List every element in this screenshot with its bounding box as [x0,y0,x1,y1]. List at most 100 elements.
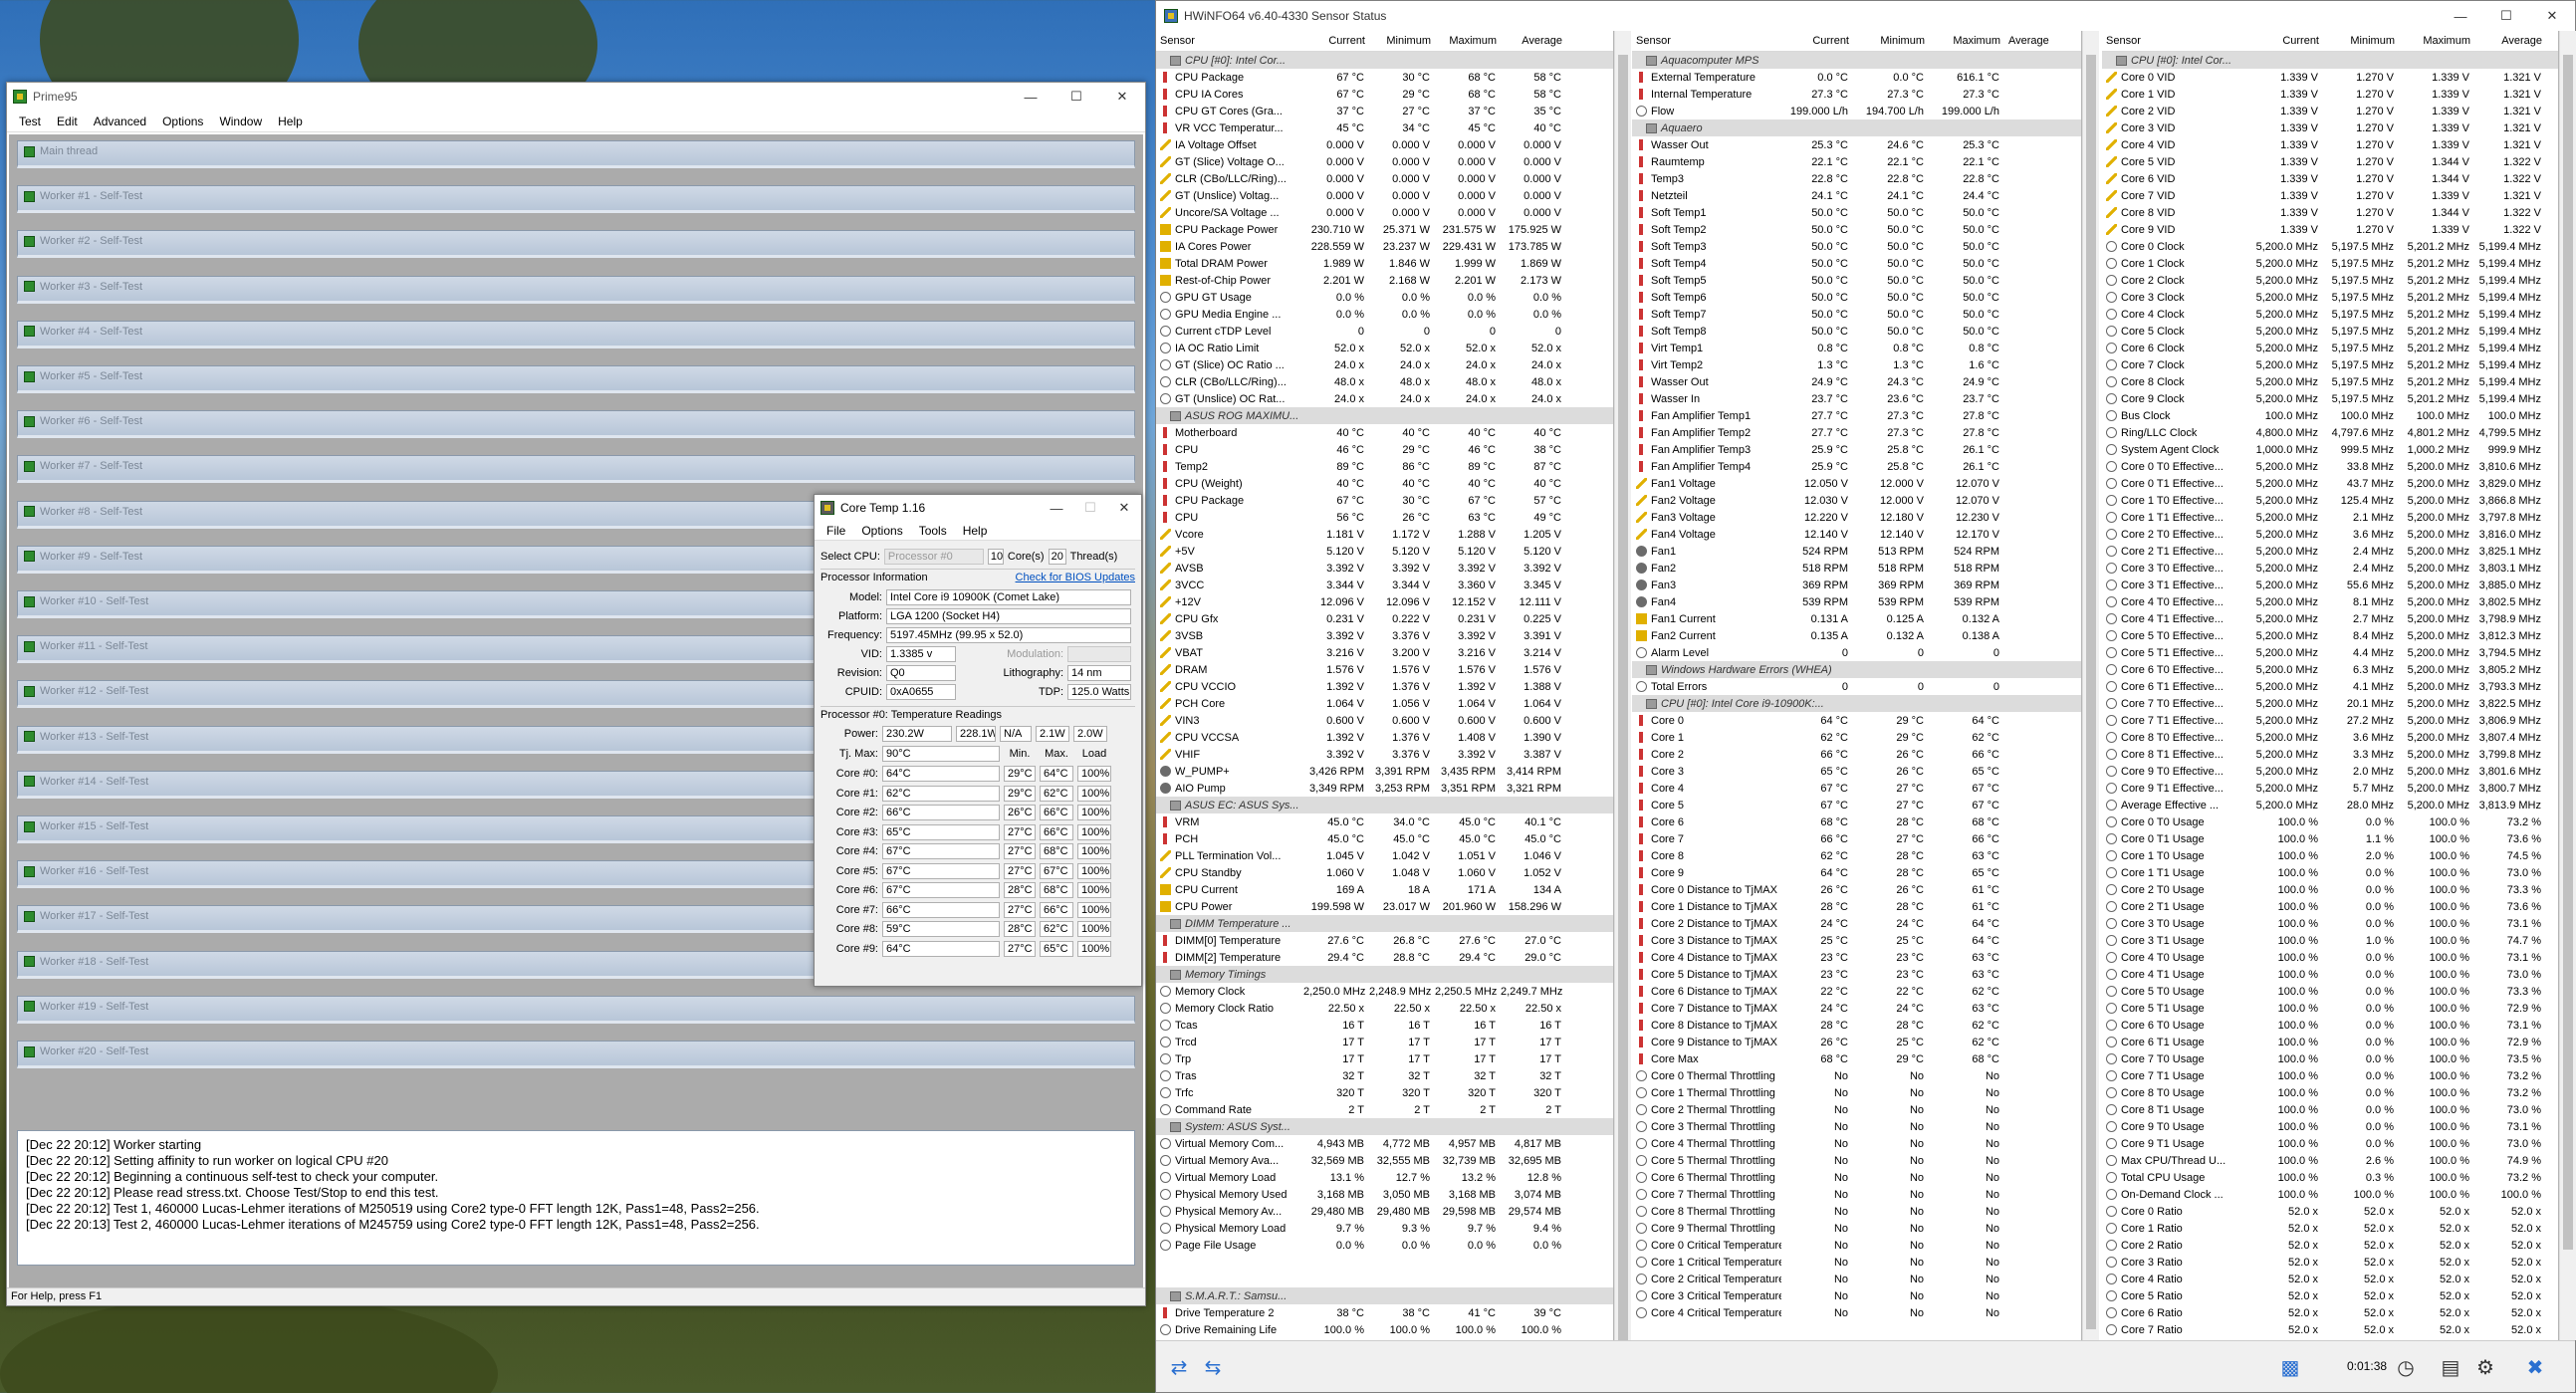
column-header-average[interactable]: Average [2474,35,2546,47]
nav-right-icon[interactable]: ⇆ [1198,1353,1228,1381]
sensor-row[interactable]: Core 2 Ratio 52.0 x 52.0 x 52.0 x 52.0 x [2102,1237,2558,1254]
sensor-row[interactable]: Total DRAM Power 1.989 W 1.846 W 1.999 W 1.8… [1156,255,1613,272]
cpu-select[interactable]: Processor #0 [883,549,984,565]
sensor-row[interactable]: Fan3 369 RPM 369 RPM 369 RPM [1632,577,2081,593]
sensor-row[interactable]: Physical Memory Av... 29,480 MB 29,480 MB 2… [1156,1203,1613,1220]
sensor-row[interactable]: Fan3 Voltage 12.220 V 12.180 V 12.230 V [1632,509,2081,526]
sensor-row[interactable]: Core 2 VID 1.339 V 1.270 V 1.339 V 1.321 V [2102,103,2558,119]
worker-window[interactable]: Worker #19 - Self-Test [17,995,1135,1024]
sensor-row[interactable]: Fan1 Voltage 12.050 V 12.000 V 12.070 V [1632,475,2081,492]
column-header-average[interactable]: Average [2004,35,2049,47]
sensor-row[interactable]: Core 0 Ratio 52.0 x 52.0 x 52.0 x 52.0 x [2102,1203,2558,1220]
sensor-row[interactable]: Core 2 T1 Effective... 5,200.0 MHz 2.4 MHz… [2102,543,2558,560]
sensor-row[interactable]: CPU 56 °C 26 °C 63 °C 49 °C [1156,509,1613,526]
sensor-row[interactable]: DIMM[2] Temperature 29.4 °C 28.8 °C 29.4 °C… [1156,949,1613,966]
sensor-row[interactable]: Total Errors 0 0 0 [1632,678,2081,695]
sensor-row[interactable]: Core 1 Distance to TjMAX 28 °C 28 °C 61 °C [1632,898,2081,915]
sensor-row[interactable]: On-Demand Clock ... 100.0 % 100.0 % 100.0 %… [2102,1186,2558,1203]
sensor-row[interactable]: Core 1 62 °C 29 °C 62 °C [1632,729,2081,746]
sensor-row[interactable]: Core 3 T0 Effective... 5,200.0 MHz 2.4 MHz… [2102,560,2558,577]
sensor-row[interactable]: Core 8 T1 Effective... 5,200.0 MHz 3.3 MHz… [2102,746,2558,763]
sensor-pane-1[interactable]: Sensor Current Minimum Maximum Average CPU [#… [1156,31,1614,1340]
minimize-button[interactable]: — [1008,83,1054,111]
column-header-maximum[interactable]: Maximum [1929,35,2004,47]
sensor-row[interactable]: GPU Media Engine ... 0.0 % 0.0 % 0.0 % 0.0 % [1156,306,1613,323]
sensor-row[interactable]: Raumtemp 22.1 °C 22.1 °C 22.1 °C [1632,153,2081,170]
sensor-row[interactable]: Core 5 Clock 5,200.0 MHz 5,197.5 MHz 5,201.… [2102,323,2558,340]
sensor-group-header[interactable]: CPU [#0]: Intel Cor... [2102,52,2558,69]
menu-edit[interactable]: Edit [49,115,86,128]
sensor-row[interactable]: W_PUMP+ 3,426 RPM 3,391 RPM 3,435 RPM 3,414 … [1156,763,1613,780]
sensor-row[interactable]: Core 8 Thermal Throttling No No No [1632,1203,2081,1220]
sensor-row[interactable]: Soft Temp3 50.0 °C 50.0 °C 50.0 °C [1632,238,2081,255]
sensor-row[interactable]: Core 5 Distance to TjMAX 23 °C 23 °C 63 °C [1632,966,2081,983]
sensor-row[interactable]: Fan Amplifier Temp1 27.7 °C 27.3 °C 27.8 °C [1632,407,2081,424]
column-header-current[interactable]: Current [2251,35,2323,47]
sensor-row[interactable]: Core 8 Distance to TjMAX 28 °C 28 °C 62 °C [1632,1017,2081,1034]
sensor-group-header[interactable]: Aquacomputer MPS [1632,52,2081,69]
sensor-row[interactable]: Max CPU/Thread U... 100.0 % 2.6 % 100.0 % 74… [2102,1152,2558,1169]
sensor-row[interactable]: Core 8 Clock 5,200.0 MHz 5,197.5 MHz 5,201.… [2102,373,2558,390]
sensor-row[interactable]: Core 2 Clock 5,200.0 MHz 5,197.5 MHz 5,201.… [2102,272,2558,289]
sensor-row[interactable]: Core 3 Distance to TjMAX 25 °C 25 °C 64 °C [1632,932,2081,949]
sensor-row[interactable]: Core 4 Distance to TjMAX 23 °C 23 °C 63 °C [1632,949,2081,966]
sensor-row[interactable]: Core 6 Thermal Throttling No No No [1632,1169,2081,1186]
sensor-row[interactable]: Core 7 T1 Effective... 5,200.0 MHz 27.2 MH… [2102,712,2558,729]
sensor-row[interactable]: Alarm Level 0 0 0 [1632,644,2081,661]
sensor-group-header[interactable]: Memory Timings [1156,966,1613,983]
sensor-row[interactable]: Virt Temp2 1.3 °C 1.3 °C 1.6 °C [1632,356,2081,373]
sensor-row[interactable]: Page File Usage 0.0 % 0.0 % 0.0 % 0.0 % [1156,1237,1613,1254]
sensor-row[interactable]: Core 7 Distance to TjMAX 24 °C 24 °C 63 °C [1632,1000,2081,1017]
sensor-row[interactable]: IA OC Ratio Limit 52.0 x 52.0 x 52.0 x 52.0 … [1156,340,1613,356]
menu-file[interactable]: File [819,524,853,538]
sensor-row[interactable]: Core 4 Ratio 52.0 x 52.0 x 52.0 x 52.0 x [2102,1271,2558,1287]
sensor-row[interactable]: Core 5 Thermal Throttling No No No [1632,1152,2081,1169]
sensor-row[interactable]: Trfc 320 T 320 T 320 T 320 T [1156,1084,1613,1101]
sensor-row[interactable]: CLR (CBo/LLC/Ring)... 0.000 V 0.000 V 0.000… [1156,170,1613,187]
sensor-row[interactable]: PLL Termination Vol... 1.045 V 1.042 V 1.05… [1156,847,1613,864]
settings-icon[interactable]: ⚙ [2470,1353,2500,1381]
sensor-row[interactable]: Core 6 Clock 5,200.0 MHz 5,197.5 MHz 5,201.… [2102,340,2558,356]
sensor-row[interactable]: Core 4 T0 Usage 100.0 % 0.0 % 100.0 % 73.1 % [2102,949,2558,966]
worker-window[interactable]: Worker #6 - Self-Test [17,410,1135,439]
sensor-row[interactable]: Soft Temp6 50.0 °C 50.0 °C 50.0 °C [1632,289,2081,306]
sensor-row[interactable]: Core 2 Critical Temperature No No No [1632,1271,2081,1287]
sensor-row[interactable]: Core 3 T0 Usage 100.0 % 0.0 % 100.0 % 73.1 % [2102,915,2558,932]
sensor-row[interactable]: Core 0 T1 Effective... 5,200.0 MHz 43.7 MH… [2102,475,2558,492]
sensor-row[interactable]: GT (Unslice) OC Rat... 24.0 x 24.0 x 24.0 x… [1156,390,1613,407]
sensor-row[interactable]: Core 3 T1 Effective... 5,200.0 MHz 55.6 MH… [2102,577,2558,593]
sensor-row[interactable]: Fan2 518 RPM 518 RPM 518 RPM [1632,560,2081,577]
sensor-row[interactable]: Drive Remaining Life 100.0 % 100.0 % 100.0 … [1156,1321,1613,1338]
sensor-row[interactable]: System Agent Clock 1,000.0 MHz 999.5 MHz 1,… [2102,441,2558,458]
sensor-row[interactable]: Core 6 T0 Effective... 5,200.0 MHz 6.3 MHz… [2102,661,2558,678]
sensor-pane-2[interactable]: Sensor Current Minimum Maximum Average Aquaco… [1632,31,2082,1340]
worker-window[interactable]: Worker #2 - Self-Test [17,230,1135,259]
sensor-row[interactable]: Core 9 Clock 5,200.0 MHz 5,197.5 MHz 5,201.… [2102,390,2558,407]
sensor-row[interactable]: CLR (CBo/LLC/Ring)... 48.0 x 48.0 x 48.0 x4… [1156,373,1613,390]
worker-window[interactable]: Worker #3 - Self-Test [17,275,1135,304]
sensor-row[interactable]: Current cTDP Level 0 0 0 0 [1156,323,1613,340]
scrollbar-2[interactable] [2082,31,2099,1340]
sensor-row[interactable]: VR VCC Temperatur... 45 °C 34 °C 45 °C 40 °C [1156,119,1613,136]
sensor-row[interactable]: Core 3 Critical Temperature No No No [1632,1287,2081,1304]
sensor-row[interactable]: Core 8 T0 Effective... 5,200.0 MHz 3.6 MHz… [2102,729,2558,746]
sensor-row[interactable]: Wasser Out 25.3 °C 24.6 °C 25.3 °C [1632,136,2081,153]
sensor-row[interactable]: Trp 17 T 17 T 17 T 17 T [1156,1050,1613,1067]
menu-options[interactable]: Options [154,115,211,128]
sensor-row[interactable]: Core 1 T1 Usage 100.0 % 0.0 % 100.0 % 73.0 % [2102,864,2558,881]
sensor-group-header[interactable]: DIMM Temperature ... [1156,915,1613,932]
sensor-row[interactable]: Core 5 T0 Effective... 5,200.0 MHz 8.4 MHz… [2102,627,2558,644]
menu-window[interactable]: Window [211,115,270,128]
sensor-row[interactable]: Bus Clock 100.0 MHz 100.0 MHz 100.0 MHz 100.… [2102,407,2558,424]
close-button[interactable]: ✕ [1099,83,1145,111]
maximize-button[interactable]: ☐ [1054,83,1099,111]
worker-window[interactable]: Worker #1 - Self-Test [17,185,1135,214]
sensor-group-header[interactable]: CPU [#0]: Intel Core i9-10900K:... [1632,695,2081,712]
sensor-row[interactable]: Core 1 T0 Effective... 5,200.0 MHz 125.4 M… [2102,492,2558,509]
sensor-row[interactable]: VIN3 0.600 V 0.600 V 0.600 V 0.600 V [1156,712,1613,729]
sensor-row[interactable]: Core 5 67 °C 27 °C 67 °C [1632,797,2081,813]
sensor-row[interactable]: Core 9 Distance to TjMAX 26 °C 25 °C 62 °C [1632,1034,2081,1050]
sensor-row[interactable]: PCH Core 1.064 V 1.056 V 1.064 V 1.064 V [1156,695,1613,712]
sensor-row[interactable]: GT (Slice) OC Ratio ... 24.0 x 24.0 x 24.0 … [1156,356,1613,373]
sensor-row[interactable]: IA Voltage Offset 0.000 V 0.000 V 0.000 V 0.… [1156,136,1613,153]
